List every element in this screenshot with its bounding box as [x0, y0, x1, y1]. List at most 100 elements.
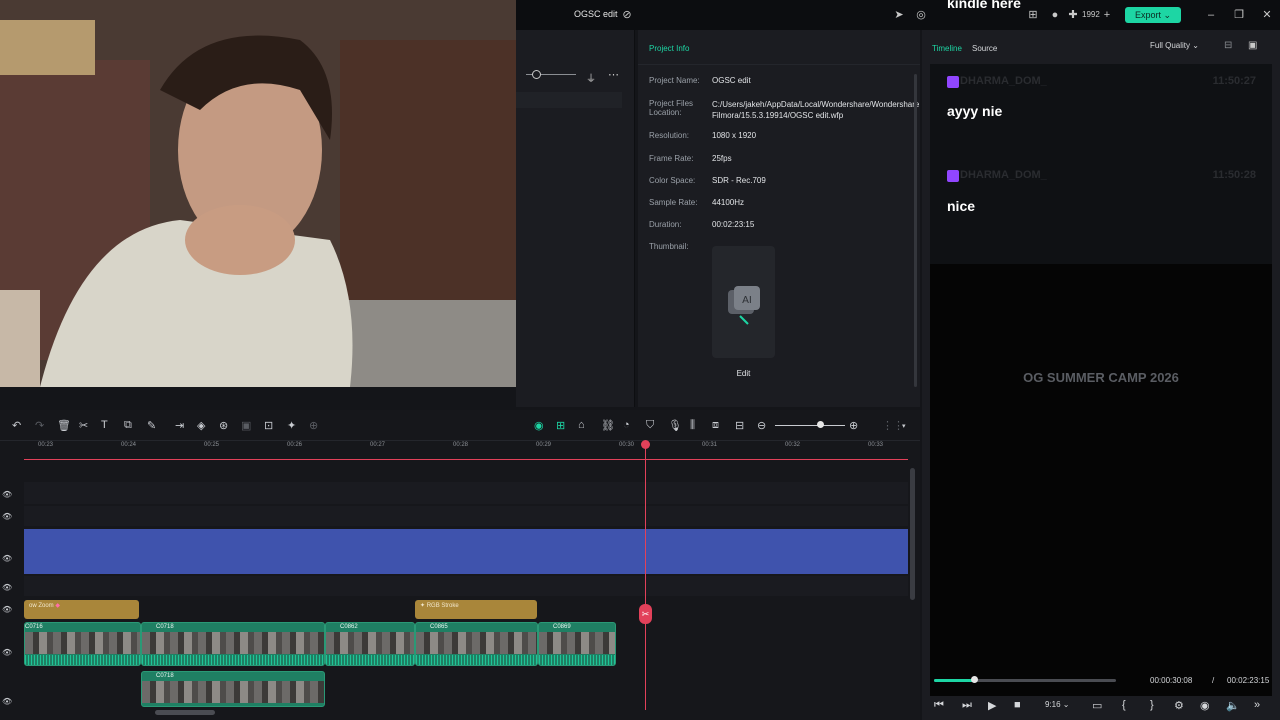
video-clip[interactable]: C0862 [325, 622, 415, 666]
snapshot-icon[interactable]: ◉ [1200, 699, 1210, 712]
color-clip[interactable] [24, 529, 908, 574]
ai-portrait-icon[interactable]: ▣ [241, 419, 251, 432]
step-forward-icon[interactable]: ⏭ [962, 699, 972, 712]
speed-ramp-icon[interactable]: ◔ [623, 419, 630, 431]
eye-icon[interactable]: 👁 [2, 554, 12, 563]
previous-frame-icon[interactable]: ⏮ [934, 699, 944, 712]
preview-panel: Timeline Source Full Quality ⌄ ⊟ ▣ DHARM… [922, 30, 1280, 720]
magic-icon[interactable]: ✦ [287, 419, 296, 432]
tab-timeline[interactable]: Timeline [932, 44, 962, 53]
timeline-toolbar: ↶ ↷ 🗑 ✂ T ⧉ ✎ ⇥ ◈ ⊛ ▣ ⊡ ✦ ⊕ ◉ ⊞ ⌂ ⛓ ◔ ⛉ … [0, 410, 920, 441]
keyframe-icon[interactable]: ◈ [197, 419, 205, 432]
info-scrollbar[interactable] [914, 74, 917, 387]
empty-track[interactable] [24, 506, 908, 526]
webcam-image [0, 0, 516, 387]
split-icon[interactable]: ✂ [79, 419, 88, 432]
tick-label: 00:24 [121, 442, 137, 448]
render-icon[interactable]: ▭ [1092, 699, 1102, 712]
more-icon[interactable]: ⋯ [608, 68, 619, 81]
time-ruler[interactable]: 00:23 00:24 00:25 00:26 00:27 00:28 00:2… [24, 442, 908, 460]
snap-icon[interactable]: ⊞ [556, 419, 565, 432]
zoom-out-icon[interactable]: ⊖ [757, 419, 766, 432]
clip-frames [142, 681, 324, 703]
replace-icon[interactable]: ⧈ [712, 419, 719, 432]
marker-icon[interactable]: ⌂ [578, 419, 585, 431]
mark-in-icon[interactable]: { [1122, 699, 1126, 711]
grid-view-icon[interactable]: ⋮⋮ [882, 419, 904, 432]
tick-label: 00:30 [619, 442, 635, 448]
more-options-icon[interactable]: ▾ [902, 422, 906, 430]
timeline-vertical-scrollbar[interactable] [910, 468, 915, 600]
edit-thumbnail-button[interactable]: Edit [712, 367, 775, 381]
video-clip[interactable]: C0865 [415, 622, 538, 666]
layout-icon[interactable]: ⊟ [1224, 40, 1232, 51]
ai-tools-icon[interactable]: ⊛ [219, 419, 228, 432]
subtitle-icon[interactable]: ⊟ [735, 419, 744, 432]
tick-label: 00:32 [785, 442, 801, 448]
shield-icon[interactable]: ⛉ [646, 419, 654, 432]
eye-icon[interactable]: 👁 [2, 512, 12, 521]
chat-time-1: 11:50:27 [1212, 75, 1256, 87]
effect-clip[interactable]: ✦ RGB Stroke [415, 600, 537, 619]
zoom-in-icon[interactable]: ⊕ [849, 419, 858, 432]
tracking-icon[interactable]: ⊕ [309, 419, 318, 432]
thumbnail-preview[interactable]: AI [712, 246, 775, 358]
stop-icon[interactable]: ■ [1014, 699, 1021, 711]
timeline-zoom-slider[interactable] [775, 425, 845, 426]
playback-progress[interactable] [934, 676, 1116, 683]
volume-icon[interactable]: 🔈 [1226, 699, 1240, 712]
empty-track[interactable] [24, 576, 908, 596]
playhead-handle[interactable] [641, 440, 650, 449]
zoom-slider-knob[interactable] [532, 70, 541, 79]
empty-track[interactable] [24, 482, 908, 504]
eye-icon[interactable]: 👁 [2, 605, 12, 614]
twitch-icon [947, 76, 959, 88]
current-timecode: 00:00:30:08 [1150, 676, 1193, 685]
mixer-icon[interactable]: ⫼ [690, 419, 695, 432]
clip-frames [416, 632, 537, 654]
ai-copilot-icon[interactable]: ◉ [534, 419, 544, 432]
transform-icon[interactable]: ⊡ [264, 419, 273, 432]
tab-source[interactable]: Source [972, 44, 997, 53]
mark-out-icon[interactable]: } [1150, 699, 1154, 711]
timecode-separator: / [1212, 676, 1215, 685]
aspect-ratio-dropdown[interactable]: 9:16 ⌄ [1045, 700, 1070, 709]
playhead[interactable] [645, 442, 646, 710]
text-icon[interactable]: T [101, 419, 108, 431]
video-clip[interactable]: C0869 [538, 622, 616, 666]
timeline-zoom-knob[interactable] [817, 421, 824, 428]
video-clip[interactable]: C0718 [141, 622, 325, 666]
mic-icon[interactable]: 🎙 [668, 419, 682, 432]
project-info-panel: Project Info Project Name: OGSC edit Pro… [638, 30, 920, 407]
effect-clip[interactable]: ow Zoom ◆ [24, 600, 139, 619]
project-name-value: OGSC edit [712, 76, 751, 85]
clip-label: C0865 [430, 624, 448, 630]
image-icon[interactable]: ▣ [1248, 40, 1257, 51]
crop-icon[interactable]: ⧉ [124, 419, 132, 432]
settings-icon[interactable]: ⚙ [1174, 699, 1184, 712]
delete-icon[interactable]: 🗑 [57, 419, 71, 432]
link-icon[interactable]: ⛓ [601, 419, 615, 432]
timeline-horizontal-scrollbar[interactable] [155, 710, 215, 715]
media-list-row[interactable] [516, 92, 622, 108]
progress-knob[interactable] [971, 676, 979, 683]
scissors-icon[interactable]: ✂ [639, 604, 652, 624]
expand-icon[interactable]: » [1254, 699, 1260, 711]
headset-icon[interactable]: ◎ [914, 8, 928, 22]
eye-icon[interactable]: 👁 [2, 583, 12, 592]
twitch-icon [947, 170, 959, 182]
video-clip[interactable]: C0718 [141, 671, 325, 707]
undo-icon[interactable]: ↶ [12, 419, 21, 432]
filter-icon[interactable]: ⏚ [586, 70, 596, 85]
speed-icon[interactable]: ⇥ [175, 419, 184, 432]
pen-icon[interactable]: ✎ [147, 419, 156, 432]
eye-icon[interactable]: 👁 [2, 490, 12, 499]
send-icon[interactable]: ➤ [892, 8, 906, 22]
tab-project-info[interactable]: Project Info [649, 44, 689, 53]
eye-icon[interactable]: 👁 [2, 648, 12, 657]
video-clip[interactable]: C0716 [24, 622, 141, 666]
redo-icon[interactable]: ↷ [35, 419, 44, 432]
play-icon[interactable]: ▶ [988, 699, 996, 712]
eye-icon[interactable]: 👁 [2, 697, 12, 706]
quality-dropdown[interactable]: Full Quality ⌄ [1150, 41, 1199, 50]
